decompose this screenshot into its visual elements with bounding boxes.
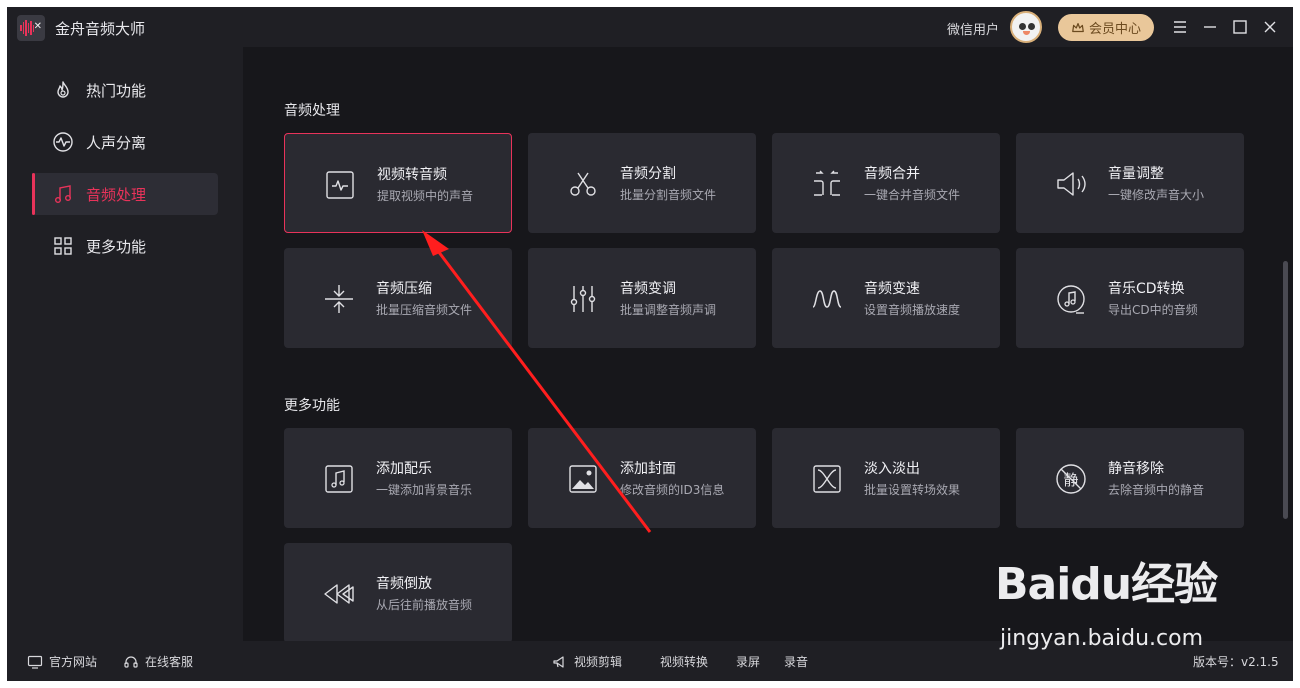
card-audio-pitch[interactable]: 音频变调 批量调整音频声调: [528, 248, 756, 348]
card-audio-speed[interactable]: 音频变速 设置音频播放速度: [772, 248, 1000, 348]
user-name[interactable]: 微信用户: [947, 19, 999, 38]
footer-link-label: 录屏: [736, 655, 761, 669]
vip-center-label: 会员中心: [1088, 22, 1141, 37]
video-edit-link[interactable]: 视频剪辑: [552, 653, 622, 670]
card-audio-merge[interactable]: 音频合并 一键合并音频文件: [772, 133, 1000, 233]
card-audio-reverse[interactable]: 音频倒放 从后往前播放音频: [284, 543, 512, 641]
mute-remove-icon: 静: [1056, 464, 1086, 494]
screen-record-link[interactable]: 录屏: [736, 653, 760, 670]
sidebar-item-audio[interactable]: 音频处理: [32, 173, 218, 215]
card-fade[interactable]: 淡入淡出 批量设置转场效果: [772, 428, 1000, 528]
sliders-icon: [570, 286, 596, 312]
card-silence-remove[interactable]: 静 静音移除 去除音频中的静音: [1016, 428, 1244, 528]
speaker-icon: [1057, 172, 1086, 196]
card-add-music[interactable]: 添加配乐 一键添加背景音乐: [284, 428, 512, 528]
sidebar-item-label: 人声分离: [86, 133, 147, 152]
menu-icon[interactable]: [1170, 17, 1190, 37]
user-avatar[interactable]: [1010, 11, 1042, 43]
image-icon: [569, 465, 597, 493]
video-convert-link[interactable]: 视频转换: [660, 653, 708, 670]
card-audio-split[interactable]: 音频分割 批量分割音频文件: [528, 133, 756, 233]
cd-icon: [1057, 285, 1085, 314]
card-subtitle: 设置音频播放速度: [864, 303, 961, 317]
sidebar-item-label: 更多功能: [86, 237, 147, 256]
card-subtitle: 批量调整音频声调: [620, 303, 717, 317]
card-title: 音频分割: [620, 166, 676, 182]
card-title: 音频变调: [620, 281, 676, 297]
app-logo-icon: ✕: [17, 15, 45, 41]
music-box-icon: [325, 465, 353, 493]
rewind-icon: [324, 584, 354, 604]
sidebar-item-hot[interactable]: 热门功能: [32, 69, 218, 111]
video-to-audio-icon: [326, 171, 354, 199]
vip-center-button[interactable]: 会员中心: [1058, 14, 1154, 41]
section-title-more: 更多功能: [284, 398, 340, 414]
footer-link-label: 录音: [784, 655, 809, 669]
watermark-url: jingyan.baidu.com: [1000, 626, 1204, 651]
card-subtitle: 提取视频中的声音: [377, 189, 474, 203]
maximize-icon[interactable]: [1230, 17, 1250, 37]
online-support-label: 在线客服: [145, 655, 194, 669]
sidebar-item-label: 音频处理: [86, 185, 147, 204]
card-title: 音频变速: [864, 281, 920, 297]
sidebar-item-vocal[interactable]: 人声分离: [32, 121, 218, 163]
compress-icon: [325, 285, 353, 313]
card-title: 添加配乐: [376, 461, 432, 477]
sidebar: 热门功能 人声分离 音频处理 更多功能: [7, 47, 243, 641]
sidebar-item-label: 热门功能: [86, 81, 147, 100]
card-video-to-audio[interactable]: 视频转音频 提取视频中的声音: [284, 133, 512, 233]
official-website-label: 官方网站: [49, 655, 98, 669]
card-title: 音乐CD转换: [1108, 281, 1185, 297]
official-website-link[interactable]: 官方网站: [27, 653, 97, 670]
card-subtitle: 批量分割音频文件: [620, 188, 717, 202]
fade-icon: [813, 465, 841, 493]
card-title: 音频倒放: [376, 576, 432, 592]
scrollbar[interactable]: [1283, 261, 1288, 519]
minimize-icon[interactable]: [1200, 17, 1220, 37]
card-audio-compress[interactable]: 音频压缩 批量压缩音频文件: [284, 248, 512, 348]
app-title: 金舟音频大师: [55, 20, 146, 38]
card-add-cover[interactable]: 添加封面 修改音频的ID3信息: [528, 428, 756, 528]
close-icon[interactable]: [1260, 17, 1280, 37]
footer-link-label: 视频剪辑: [574, 655, 623, 669]
headset-icon: [124, 655, 138, 668]
sidebar-item-more[interactable]: 更多功能: [32, 225, 218, 267]
card-title: 静音移除: [1108, 461, 1164, 477]
card-subtitle: 修改音频的ID3信息: [620, 483, 725, 497]
card-subtitle: 一键合并音频文件: [864, 188, 961, 202]
card-subtitle: 一键添加背景音乐: [376, 483, 473, 497]
card-title: 音频合并: [864, 166, 920, 182]
online-support-link[interactable]: 在线客服: [123, 653, 193, 670]
watermark-brand: Baidu经验: [995, 559, 1218, 610]
card-subtitle: 批量压缩音频文件: [376, 303, 473, 317]
scissors-icon: [570, 172, 596, 196]
card-title: 视频转音频: [377, 167, 447, 183]
wave-icon: [812, 290, 842, 308]
card-title: 添加封面: [620, 461, 676, 477]
card-title: 音量调整: [1108, 166, 1164, 182]
flame-icon: [57, 81, 69, 98]
baidu-watermark: Baidu经验 jingyan.baidu.com: [995, 548, 1245, 658]
card-volume-adjust[interactable]: 音量调整 一键修改声音大小: [1016, 133, 1244, 233]
merge-icon: [814, 170, 840, 196]
card-subtitle: 从后往前播放音频: [376, 598, 473, 612]
monitor-icon: [27, 655, 43, 669]
crown-icon: [1072, 22, 1084, 32]
grid-icon: [54, 237, 72, 255]
card-subtitle: 去除音频中的静音: [1108, 483, 1205, 497]
card-title: 淡入淡出: [864, 461, 920, 477]
audio-record-link[interactable]: 录音: [784, 653, 808, 670]
megaphone-icon: [553, 655, 564, 668]
music-note-icon: [55, 185, 71, 203]
section-title-audio: 音频处理: [284, 103, 340, 119]
waveform-circle-icon: [53, 132, 73, 152]
card-subtitle: 导出CD中的音频: [1108, 303, 1198, 317]
card-title: 音频压缩: [376, 281, 432, 297]
footer-link-label: 视频转换: [660, 655, 709, 669]
card-music-cd[interactable]: 音乐CD转换 导出CD中的音频: [1016, 248, 1244, 348]
title-bar: ✕ 金舟音频大师 微信用户 会员中心: [7, 7, 1293, 47]
card-subtitle: 批量设置转场效果: [864, 483, 961, 497]
card-subtitle: 一键修改声音大小: [1108, 188, 1205, 202]
